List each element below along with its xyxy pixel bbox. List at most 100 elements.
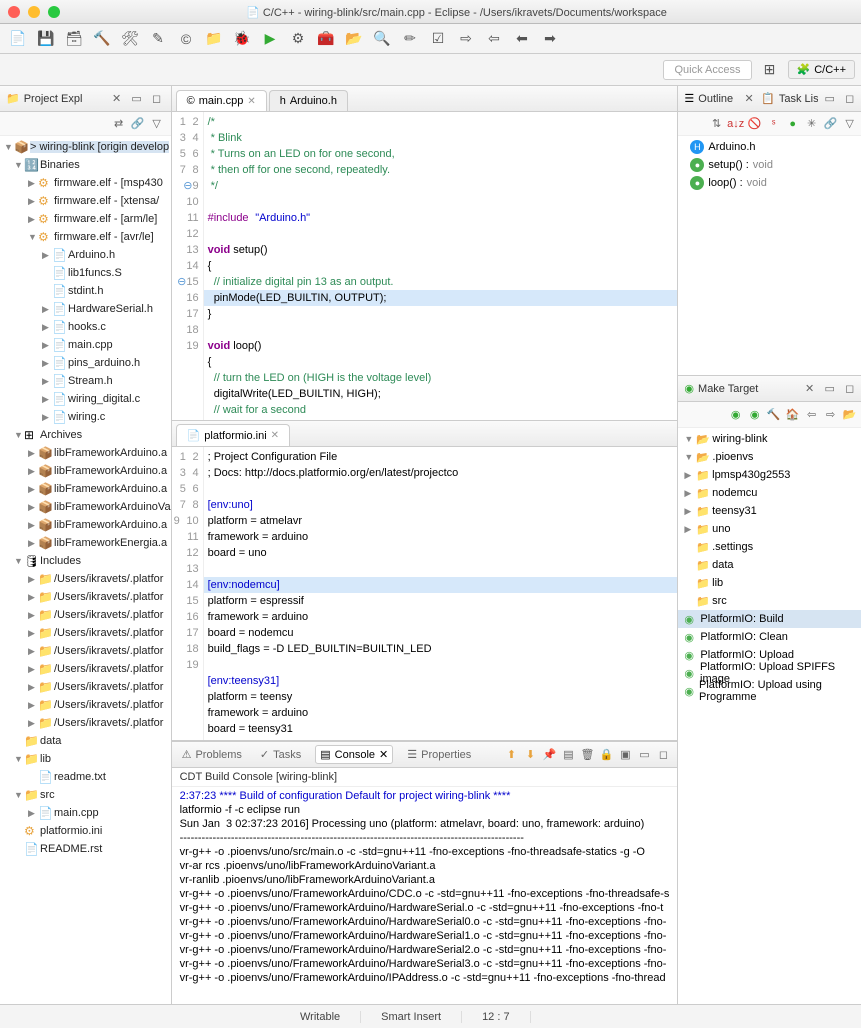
tree-archive[interactable]: ▶📦libFrameworkEnergia.a: [0, 534, 171, 552]
filter-icon[interactable]: ●: [785, 116, 801, 132]
open-type-button[interactable]: 📂: [342, 27, 366, 51]
tree-include[interactable]: ▶📁/Users/ikravets/.platfor: [0, 570, 171, 588]
build-button[interactable]: 🔨: [90, 27, 114, 51]
close-tab-icon[interactable]: ✕: [379, 748, 388, 761]
editor-main-cpp[interactable]: 1 2 3 4 5 6 7 8 ⊖9 10 11 12 13 14 ⊖15 16…: [172, 112, 678, 420]
tree-firmware[interactable]: ▶⚙firmware.elf - [msp430: [0, 174, 171, 192]
tree-archive[interactable]: ▶📦libFrameworkArduino.a: [0, 462, 171, 480]
next-annotation-button[interactable]: ⇨: [454, 27, 478, 51]
maximize-view-icon[interactable]: ◻: [842, 91, 858, 107]
tree-file-readme[interactable]: 📄readme.txt: [0, 768, 171, 786]
zoom-window-button[interactable]: [48, 6, 60, 18]
link-editor-icon[interactable]: 🔗: [130, 116, 146, 132]
tree-file[interactable]: ▶📄hooks.c: [0, 318, 171, 336]
tab-properties[interactable]: ☰Properties: [403, 746, 475, 763]
code-area[interactable]: ; Project Configuration File ; Docs: htt…: [204, 447, 678, 740]
collapse-all-icon[interactable]: ⇄: [111, 116, 127, 132]
console-output[interactable]: 2:37:23 **** Build of configuration Defa…: [172, 787, 678, 1004]
link-icon[interactable]: 🔗: [823, 116, 839, 132]
home-icon[interactable]: 🏠: [785, 407, 801, 423]
minimize-view-icon[interactable]: ▭: [822, 91, 838, 107]
tree-file-readme-rst[interactable]: 📄README.rst: [0, 840, 171, 858]
forward-button[interactable]: ➡: [538, 27, 562, 51]
close-view-icon[interactable]: ✕: [109, 91, 125, 107]
back-icon[interactable]: ⇦: [804, 407, 820, 423]
tab-platformio-ini[interactable]: 📄platformio.ini✕: [176, 424, 290, 446]
tree-archive[interactable]: ▶📦libFrameworkArduino.a: [0, 444, 171, 462]
hide-empty-icon[interactable]: 📂: [842, 407, 858, 423]
tree-file[interactable]: ▶📄HardwareSerial.h: [0, 300, 171, 318]
tree-include[interactable]: ▶📁/Users/ikravets/.platfor: [0, 696, 171, 714]
tree-firmware[interactable]: ▶⚙firmware.elf - [arm/le]: [0, 210, 171, 228]
tree-folder-lib[interactable]: ▼📁lib: [0, 750, 171, 768]
close-window-button[interactable]: [8, 6, 20, 18]
build-config-button[interactable]: 🛠: [118, 27, 142, 51]
tree-file[interactable]: 📄lib1funcs.S: [0, 264, 171, 282]
new-button[interactable]: 📄: [6, 27, 30, 51]
close-view-icon[interactable]: ✕: [741, 91, 757, 107]
tab-main-cpp[interactable]: ©main.cpp✕: [176, 90, 267, 111]
mt-target-build[interactable]: ◉PlatformIO: Build: [678, 610, 861, 628]
debug-button[interactable]: 🐞: [230, 27, 254, 51]
tree-firmware[interactable]: ▶⚙firmware.elf - [xtensa/: [0, 192, 171, 210]
tab-console[interactable]: ▤Console ✕: [315, 745, 393, 764]
outline-tree[interactable]: HArduino.h ●setup() : void ●loop() : voi…: [678, 136, 861, 375]
edit-target-icon[interactable]: ◉: [747, 407, 763, 423]
prev-annotation-button[interactable]: ⇦: [482, 27, 506, 51]
scroll-up-icon[interactable]: ⬆: [503, 747, 519, 763]
scroll-lock-icon[interactable]: 🔒: [598, 747, 614, 763]
project-explorer-tree[interactable]: ▼📦> wiring-blink [origin develop ▼🔢Binar…: [0, 136, 171, 1004]
build-target-icon[interactable]: 🔨: [766, 407, 782, 423]
code-area[interactable]: /* * Blink * Turns on an LED on for one …: [204, 112, 678, 420]
mt-target-clean[interactable]: ◉PlatformIO: Clean: [678, 628, 861, 646]
tree-file[interactable]: ▶📄wiring.c: [0, 408, 171, 426]
tree-binaries[interactable]: ▼🔢Binaries: [0, 156, 171, 174]
outline-item[interactable]: HArduino.h: [682, 138, 859, 156]
tree-firmware[interactable]: ▼⚙firmware.elf - [avr/le]: [0, 228, 171, 246]
tree-includes[interactable]: ▼🛢Includes: [0, 552, 171, 570]
close-tab-icon[interactable]: ✕: [247, 96, 255, 107]
tree-file-maincpp[interactable]: ▶📄main.cpp: [0, 804, 171, 822]
tree-file[interactable]: ▶📄Stream.h: [0, 372, 171, 390]
close-tab-icon[interactable]: ✕: [271, 430, 279, 441]
forward-icon[interactable]: ⇨: [823, 407, 839, 423]
tree-include[interactable]: ▶📁/Users/ikravets/.platfor: [0, 606, 171, 624]
hide-fields-icon[interactable]: 🚫: [747, 116, 763, 132]
open-console-icon[interactable]: ▣: [617, 747, 633, 763]
tree-folder-data[interactable]: 📁data: [0, 732, 171, 750]
back-button[interactable]: ⬅: [510, 27, 534, 51]
tree-include[interactable]: ▶📁/Users/ikravets/.platfor: [0, 642, 171, 660]
tree-project-root[interactable]: ▼📦> wiring-blink [origin develop: [0, 138, 171, 156]
tasklist-title[interactable]: Task List: [779, 93, 818, 105]
open-perspective-button[interactable]: ⊞: [758, 58, 782, 82]
mt-folder[interactable]: ▶📁lpmsp430g2553: [678, 466, 861, 484]
minimize-window-button[interactable]: [28, 6, 40, 18]
sort-icon[interactable]: ⇅: [709, 116, 725, 132]
quick-access-input[interactable]: Quick Access: [663, 60, 751, 80]
edit-button[interactable]: ✎: [146, 27, 170, 51]
tree-include[interactable]: ▶📁/Users/ikravets/.platfor: [0, 588, 171, 606]
minimize-view-icon[interactable]: ▭: [822, 381, 838, 397]
mt-root[interactable]: ▼📂wiring-blink: [678, 430, 861, 448]
toggle-button[interactable]: ☑: [426, 27, 450, 51]
mt-folder[interactable]: 📁src: [678, 592, 861, 610]
clear-console-icon[interactable]: 🗑: [579, 747, 595, 763]
tree-folder-src[interactable]: ▼📁src: [0, 786, 171, 804]
display-selected-icon[interactable]: ▤: [560, 747, 576, 763]
tree-file[interactable]: ▶📄wiring_digital.c: [0, 390, 171, 408]
tree-archive[interactable]: ▶📦libFrameworkArduino.a: [0, 516, 171, 534]
minimize-icon[interactable]: ▭: [636, 747, 652, 763]
mt-target-programmer[interactable]: ◉PlatformIO: Upload using Programme: [678, 682, 861, 700]
perspective-cpp-button[interactable]: 🧩C/C++: [788, 60, 856, 79]
tree-file[interactable]: ▶📄Arduino.h: [0, 246, 171, 264]
tab-problems[interactable]: ⚠Problems: [178, 746, 246, 763]
tab-arduino-h[interactable]: hArduino.h: [269, 90, 348, 111]
mt-folder[interactable]: 📁data: [678, 556, 861, 574]
view-menu-icon[interactable]: ▽: [149, 116, 165, 132]
tree-include[interactable]: ▶📁/Users/ikravets/.platfor: [0, 678, 171, 696]
mt-pioenvs[interactable]: ▼📂.pioenvs: [678, 448, 861, 466]
close-view-icon[interactable]: ✕: [802, 381, 818, 397]
maximize-icon[interactable]: ◻: [655, 747, 671, 763]
tree-include[interactable]: ▶📁/Users/ikravets/.platfor: [0, 714, 171, 732]
tree-archive[interactable]: ▶📦libFrameworkArduinoVa: [0, 498, 171, 516]
